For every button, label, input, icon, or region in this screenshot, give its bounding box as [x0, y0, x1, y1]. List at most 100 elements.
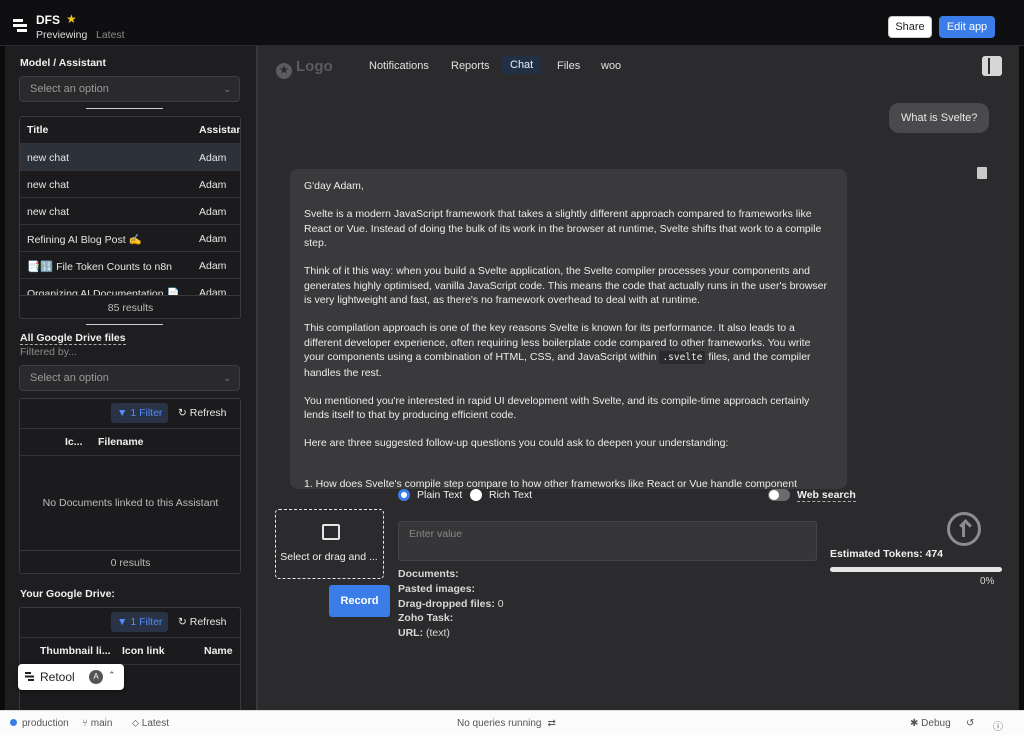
drive-files-label: All Google Drive files	[20, 332, 126, 345]
favorite-star-icon[interactable]: ★	[66, 12, 77, 26]
zoho-task-label: Zoho Task:	[398, 612, 454, 624]
drive-filtered-text: Filtered by...	[20, 346, 77, 358]
table-row[interactable]: Refining AI Blog Post ✍️ Adam	[20, 224, 240, 251]
empty-state: No Documents linked to this Assistant	[42, 497, 219, 509]
app-title: DFS	[36, 13, 60, 27]
cell-title: new chat	[27, 179, 70, 191]
filter-icon: ▼	[117, 407, 128, 419]
retool-label: Retool	[40, 670, 75, 684]
web-search-label: Web search	[797, 489, 856, 502]
divider	[86, 108, 163, 109]
column-header-title[interactable]: Title	[27, 124, 48, 136]
release-selector[interactable]: ⬦ Latest	[132, 718, 169, 729]
retool-logo-icon	[25, 672, 34, 681]
pasted-images-info: Pasted images:	[398, 583, 475, 595]
sidebar-toggle-icon[interactable]	[982, 56, 1002, 76]
web-search-toggle[interactable]	[768, 489, 790, 501]
select-placeholder: Select an option	[30, 372, 109, 384]
chevron-down-icon: ⌄	[223, 373, 231, 383]
chevron-up-icon[interactable]: ⌃	[108, 670, 116, 681]
plain-text-radio[interactable]	[398, 489, 410, 501]
environment-selector[interactable]: production	[10, 718, 69, 729]
divider	[20, 637, 240, 638]
share-button[interactable]: Share	[888, 16, 932, 38]
send-arrow-up-icon[interactable]	[947, 512, 981, 546]
pasted-images-label: Pasted images:	[398, 583, 476, 595]
nav-reports[interactable]: Reports	[451, 60, 490, 72]
filter-icon: ▼	[117, 616, 128, 628]
nav-files[interactable]: Files	[557, 60, 580, 72]
model-assistant-label: Model / Assistant	[20, 57, 106, 69]
drive-files-select[interactable]: Select an option ⌄	[19, 365, 240, 391]
column-header-name[interactable]: Name	[204, 645, 233, 657]
nav-chat[interactable]: Chat	[502, 56, 542, 74]
progress-percent: 0%	[980, 576, 995, 587]
edit-app-button[interactable]: Edit app	[939, 16, 995, 38]
chat-area: ★ Logo Notifications Reports Chat Files w…	[258, 46, 1019, 710]
star-icon: ★	[276, 63, 292, 79]
drag-dropped-label: Drag-dropped files:	[398, 598, 495, 610]
filter-button[interactable]: ▼ 1 Filter	[111, 403, 169, 423]
column-header-assistant[interactable]: Assistant	[199, 124, 240, 136]
nav-notifications[interactable]: Notifications	[369, 60, 429, 72]
table-row[interactable]: new chat Adam	[20, 143, 240, 170]
frame-right	[1019, 46, 1024, 710]
message-input[interactable]: Enter value	[398, 521, 817, 561]
help-icon[interactable]: ⓘ	[993, 718, 1003, 733]
column-header-icon[interactable]: Ic...	[65, 436, 83, 448]
model-assistant-select[interactable]: Select an option ⌄	[19, 76, 240, 102]
git-branch-icon: ⑂	[82, 718, 91, 729]
drag-dropped-value: 0	[497, 598, 504, 610]
table-row[interactable]: new chat Adam	[20, 197, 240, 224]
filter-label: 1 Filter	[130, 616, 163, 628]
sync-icon: ⇄	[547, 718, 556, 729]
table-footer-count: 0 results	[20, 550, 240, 573]
url-label: URL:	[398, 627, 424, 639]
table-row[interactable]: new chat Adam	[20, 170, 240, 197]
nav-woo[interactable]: woo	[601, 60, 621, 72]
debug-button[interactable]: ✱ Debug	[910, 718, 951, 729]
queries-status[interactable]: No queries running ⇄	[457, 718, 556, 729]
release-label: Latest	[141, 718, 170, 729]
app-mode: Previewing	[36, 29, 88, 41]
input-placeholder: Enter value	[409, 528, 463, 540]
drag-dropped-info: Drag-dropped files: 0	[398, 598, 504, 610]
column-header-thumbnail[interactable]: Thumbnail li...	[40, 645, 111, 657]
cell-title: Organizing AI Documentation 📄	[27, 288, 180, 295]
message-paragraph: You mentioned you're interested in rapid…	[304, 394, 810, 422]
divider	[20, 455, 240, 456]
estimated-tokens: Estimated Tokens: 474	[830, 548, 944, 560]
cell-assistant: Adam	[199, 233, 227, 245]
dropzone-label: Select or drag and ...	[280, 551, 378, 563]
nav-logo: ★ Logo	[276, 58, 333, 79]
documents-table: ▼ 1 Filter ↻ Refresh Ic... Filename No D…	[19, 398, 241, 574]
table-row[interactable]: 📑🔢 File Token Counts to n8n Adam	[20, 251, 240, 278]
file-dropzone[interactable]: Select or drag and ...	[275, 509, 384, 579]
status-bar: production ⑂ main ⬦ Latest No queries ru…	[0, 710, 1024, 735]
table-row[interactable]: Organizing AI Documentation 📄 Adam	[20, 278, 240, 295]
column-header-filename[interactable]: Filename	[98, 436, 144, 448]
record-button[interactable]: Record	[329, 585, 390, 617]
tag-icon: ⬦	[132, 718, 142, 729]
filter-button[interactable]: ▼ 1 Filter	[111, 612, 169, 632]
token-progress-bar	[830, 567, 1002, 572]
branch-label: main	[90, 718, 113, 729]
app-version[interactable]: Latest	[96, 29, 125, 41]
your-drive-table: ▼ 1 Filter ↻ Refresh Thumbnail li... Ico…	[19, 607, 241, 710]
table-footer-count: 85 results	[20, 295, 240, 318]
divider	[86, 324, 163, 325]
file-search-icon	[322, 524, 340, 540]
refresh-button[interactable]: ↻ Refresh	[178, 612, 227, 632]
branch-selector[interactable]: ⑂ main	[82, 718, 112, 729]
avatar[interactable]: A	[89, 670, 103, 684]
clipboard-icon[interactable]	[977, 167, 987, 179]
message-paragraph: G'day Adam,	[304, 180, 364, 192]
column-header-icon-link[interactable]: Icon link	[122, 645, 165, 657]
refresh-button[interactable]: ↻ Refresh	[178, 403, 227, 423]
bug-icon: ✱	[910, 718, 922, 729]
cell-assistant: Adam	[199, 152, 227, 164]
inline-code: .svelte	[659, 351, 706, 364]
history-icon[interactable]: ↺	[966, 718, 974, 729]
rich-text-radio[interactable]	[470, 489, 482, 501]
retool-badge[interactable]: Retool A ⌃	[18, 664, 124, 690]
